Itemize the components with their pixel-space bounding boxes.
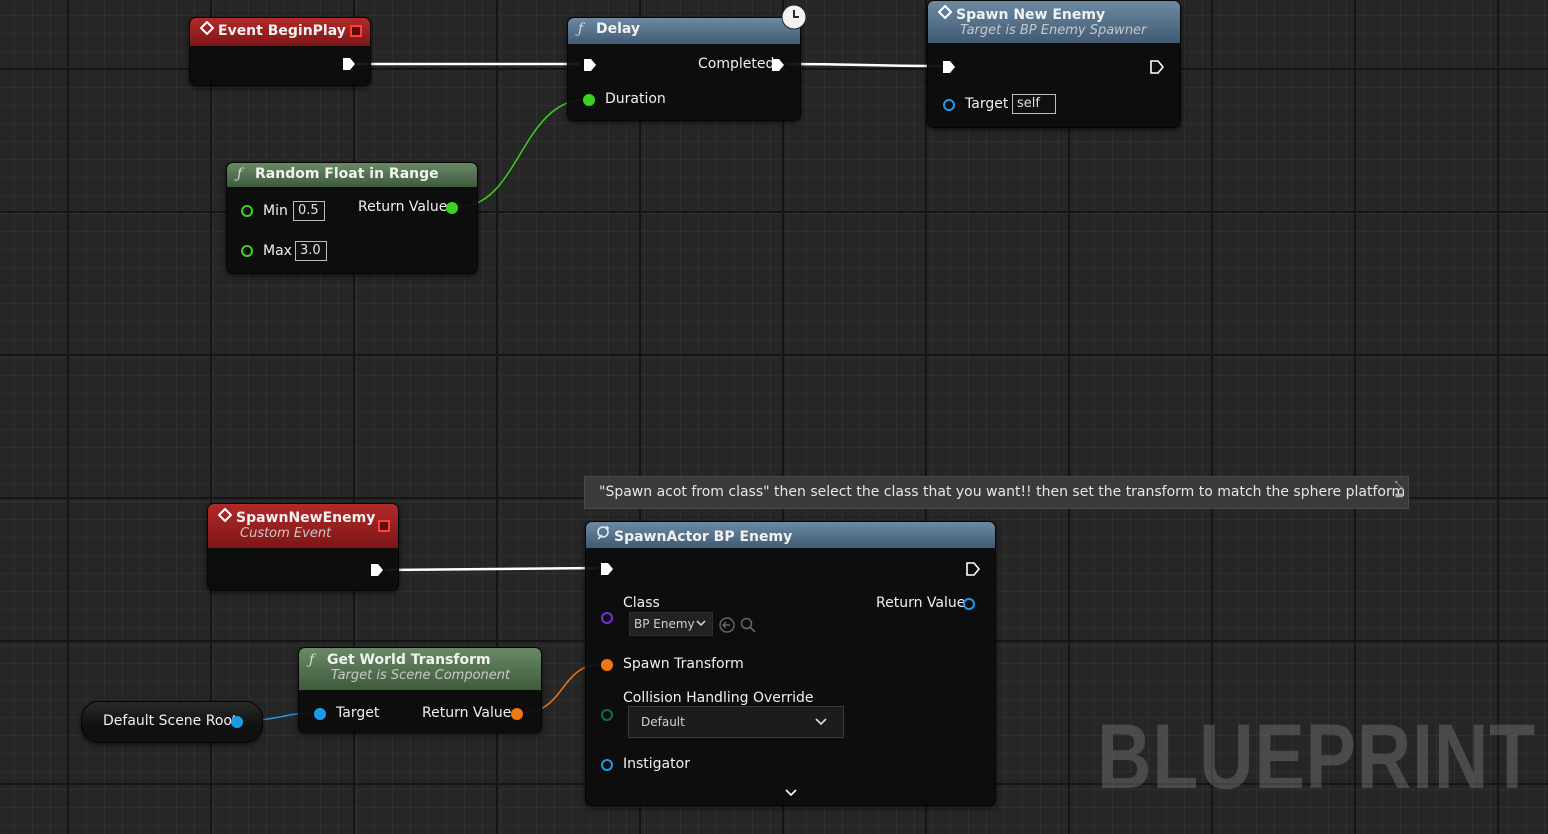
min-value-box[interactable]: 0.5: [293, 201, 325, 221]
spawn-actor-icon: [596, 525, 614, 545]
target-label: Target: [965, 96, 1009, 112]
spawn-transform-pin[interactable]: [601, 659, 613, 671]
delay-node[interactable]: ƒ Delay Completed Duration: [567, 17, 801, 121]
exec-out-pin[interactable]: [370, 563, 384, 577]
min-label: Min: [263, 203, 288, 219]
node-subtitle: Target is BP Enemy Spawner: [960, 23, 1147, 38]
expand-advanced-chevron-icon[interactable]: [784, 787, 798, 803]
duration-label: Duration: [605, 91, 666, 107]
delegate-pin-icon[interactable]: [378, 520, 390, 532]
class-dropdown[interactable]: BP Enemy: [629, 612, 713, 636]
max-label: Max: [263, 243, 292, 259]
comment-bubble[interactable]: "Spawn acot from class" then select the …: [584, 476, 1409, 509]
completed-exec-out-pin[interactable]: [771, 58, 785, 72]
node-header: SpawnActor BP Enemy: [586, 522, 995, 548]
collision-dropdown-value: Default: [641, 715, 685, 729]
return-value-label: Return Value: [422, 705, 512, 721]
completed-label: Completed: [698, 56, 775, 72]
exec-out-pin[interactable]: [966, 562, 980, 576]
target-pin[interactable]: [943, 99, 955, 111]
chevron-down-icon: [696, 613, 706, 635]
node-header: ƒ Get World Transform Target is Scene Com…: [299, 648, 541, 690]
node-header: Spawn New Enemy Target is BP Enemy Spawn…: [928, 1, 1180, 43]
event-diamond-icon: [217, 507, 236, 526]
min-pin[interactable]: [241, 205, 253, 217]
node-title: Delay: [596, 21, 641, 37]
function-icon: ƒ: [578, 21, 584, 37]
instigator-pin[interactable]: [601, 759, 613, 771]
default-scene-root-node[interactable]: Default Scene Root: [81, 701, 263, 743]
return-value-pin[interactable]: [446, 202, 458, 214]
node-title: Get World Transform: [327, 652, 491, 668]
exec-in-pin[interactable]: [583, 58, 597, 72]
random-float-in-range-node[interactable]: ƒ Random Float in Range Min 0.5 Return Va…: [226, 162, 478, 274]
latent-clock-icon: [781, 4, 807, 30]
comment-pin-icon[interactable]: ⤡ ▬: [1395, 481, 1404, 501]
exec-in-pin[interactable]: [942, 60, 956, 74]
instigator-label: Instigator: [623, 756, 690, 772]
event-beginplay-node[interactable]: Event BeginPlay: [189, 17, 371, 86]
browse-search-icon[interactable]: [740, 617, 756, 637]
class-dropdown-value: BP Enemy: [634, 617, 695, 631]
blueprint-watermark: BLUEPRINT: [1097, 706, 1537, 808]
node-title: Random Float in Range: [255, 166, 439, 182]
duration-pin[interactable]: [583, 94, 595, 106]
use-selected-asset-icon[interactable]: [719, 617, 735, 637]
node-subtitle: Target is Scene Component: [331, 668, 511, 683]
return-value-label: Return Value: [876, 595, 966, 611]
chevron-down-icon: [815, 708, 827, 738]
event-diamond-icon: [199, 20, 218, 39]
function-icon: ƒ: [309, 652, 315, 668]
event-diamond-icon: [937, 4, 956, 23]
exec-wire-delay-spawnnew: [785, 62, 942, 68]
exec-out-pin[interactable]: [1150, 60, 1164, 74]
delegate-pin-icon[interactable]: [350, 25, 362, 37]
function-icon: ƒ: [237, 166, 243, 182]
spawnactor-bp-enemy-node[interactable]: SpawnActor BP Enemy Class BP Enemy Retur…: [585, 521, 996, 806]
class-label: Class: [623, 595, 660, 611]
custom-event-spawnnewenemy-node[interactable]: SpawnNewEnemy Custom Event: [207, 503, 399, 591]
node-header: ƒ Random Float in Range: [227, 163, 477, 187]
node-header: Event BeginPlay: [190, 18, 370, 46]
exec-wire-custom-spawnactor: [384, 566, 599, 572]
collision-handling-dropdown[interactable]: Default: [628, 706, 844, 738]
get-world-transform-node[interactable]: ƒ Get World Transform Target is Scene Com…: [298, 647, 542, 733]
collision-handling-label: Collision Handling Override: [623, 690, 814, 706]
comment-text: "Spawn acot from class" then select the …: [599, 484, 1406, 500]
spawn-transform-label: Spawn Transform: [623, 656, 744, 672]
return-value-label: Return Value: [358, 199, 448, 215]
target-pin[interactable]: [314, 708, 326, 720]
target-value-box[interactable]: self: [1012, 94, 1056, 114]
max-value-box[interactable]: 3.0: [295, 241, 327, 261]
node-title: SpawnActor BP Enemy: [614, 529, 793, 545]
class-pin[interactable]: [601, 612, 613, 624]
default-scene-root-pin[interactable]: [231, 716, 243, 728]
node-title: Spawn New Enemy: [956, 7, 1106, 23]
return-value-pin[interactable]: [511, 708, 523, 720]
max-pin[interactable]: [241, 245, 253, 257]
node-header: SpawnNewEnemy Custom Event: [208, 504, 398, 548]
spawn-new-enemy-call-node[interactable]: Spawn New Enemy Target is BP Enemy Spawn…: [927, 0, 1181, 128]
node-header: ƒ Delay: [568, 18, 800, 44]
node-subtitle: Custom Event: [240, 526, 332, 541]
collision-handling-pin[interactable]: [601, 709, 613, 721]
exec-out-pin[interactable]: [342, 57, 356, 71]
return-value-pin[interactable]: [963, 598, 975, 610]
exec-in-pin[interactable]: [600, 562, 614, 576]
node-title: SpawnNewEnemy: [236, 510, 376, 526]
node-title: Event BeginPlay: [218, 23, 346, 39]
default-scene-root-label: Default Scene Root: [103, 713, 238, 729]
target-label: Target: [336, 705, 380, 721]
